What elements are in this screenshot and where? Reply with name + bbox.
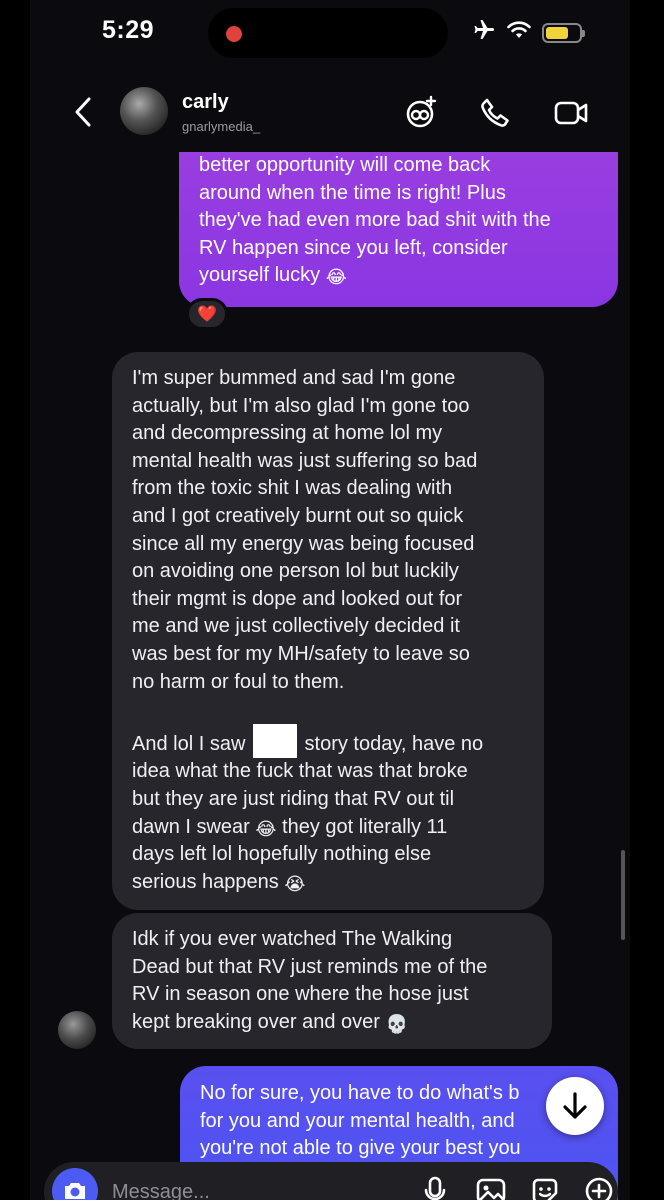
camera-button[interactable]	[52, 1168, 98, 1200]
message-line: their mgmt is dope and looked out for	[132, 587, 463, 610]
message-line: better opportunity will come back	[199, 154, 491, 176]
message-line: me and we just collectively decided it	[132, 615, 460, 638]
message-line: and decompressing at home lol my	[132, 422, 443, 445]
chat-header: carly gnarlymedia_	[30, 72, 630, 152]
message-line: story today, have no	[304, 732, 484, 755]
crying-emoji: 😭	[284, 873, 306, 894]
laughing-emoji: 😂	[255, 818, 277, 839]
chevron-left-icon	[75, 97, 91, 127]
sticker-icon	[532, 1178, 558, 1200]
arrow-down-icon	[563, 1092, 587, 1119]
message-line: days left lol hopefully nothing else	[132, 843, 432, 866]
dynamic-island	[208, 8, 448, 58]
incoming-message[interactable]: Idk if you ever watched The Walking Dead…	[112, 913, 552, 1049]
chat-screen: 5:29 carly gnarlymedia_ better opportuni…	[30, 0, 630, 1200]
message-line: from the toxic shit I was dealing with	[132, 477, 453, 500]
sticker-button[interactable]	[526, 1172, 564, 1200]
message-line: RV in season one where the hose just	[132, 983, 469, 1006]
microphone-icon	[424, 1176, 446, 1200]
message-line: they've had even more bad shit with the	[199, 209, 551, 232]
status-icons	[472, 18, 585, 47]
sparkle-effects-icon	[406, 95, 437, 128]
message-line: RV happen since you left, consider	[199, 236, 508, 259]
message-line: idea what the fuck that was that broke	[132, 760, 468, 783]
effects-button[interactable]	[402, 94, 440, 132]
message-line: dawn I swear	[132, 815, 250, 838]
redacted-name-box	[252, 723, 297, 758]
message-line: and I got creatively burnt out so quick	[132, 504, 464, 527]
message-line: And lol I saw	[132, 732, 246, 755]
message-line: but they are just riding that RV out til	[132, 787, 455, 810]
laughing-emoji: 😂	[325, 267, 347, 288]
image-icon	[476, 1178, 506, 1200]
message-line: you're not able to give your best you	[200, 1137, 521, 1160]
wifi-icon	[506, 20, 532, 45]
message-line: actually, but I'm also glad I'm gone too	[132, 394, 470, 417]
add-button[interactable]	[580, 1172, 618, 1200]
sender-avatar[interactable]	[58, 1011, 96, 1049]
phone-icon	[481, 98, 509, 127]
status-time: 5:29	[102, 16, 155, 44]
back-button[interactable]	[68, 92, 98, 132]
plus-circle-icon	[585, 1177, 613, 1200]
microphone-button[interactable]	[416, 1172, 454, 1200]
message-line: No for sure, you have to do what's b	[200, 1082, 520, 1104]
skull-emoji: 💀	[385, 1013, 408, 1034]
scrollbar[interactable]	[621, 850, 625, 940]
outgoing-message[interactable]: better opportunity will come back around…	[179, 130, 618, 307]
message-line: serious happens	[132, 870, 279, 893]
recording-indicator	[226, 26, 242, 42]
battery-icon	[542, 22, 585, 43]
video-call-button[interactable]	[552, 94, 590, 132]
message-line: no harm or foul to them.	[132, 670, 345, 693]
message-line: yourself lucky	[199, 264, 321, 287]
video-camera-icon	[554, 101, 588, 125]
heart-reaction[interactable]: ❤️	[186, 298, 228, 330]
message-line: for you and your mental health, and	[200, 1109, 515, 1132]
message-line: Dead but that RV just reminds me of the	[132, 955, 488, 978]
contact-name[interactable]: carly	[182, 91, 229, 114]
contact-handle[interactable]: gnarlymedia_	[182, 119, 260, 134]
message-line: on avoiding one person lol but luckily	[132, 560, 459, 583]
message-line: they got literally 11	[282, 815, 448, 838]
message-line: since all my energy was being focused	[132, 532, 475, 555]
voice-call-button[interactable]	[476, 94, 514, 132]
scroll-to-bottom-button[interactable]	[546, 1077, 604, 1135]
message-line: around when the time is right! Plus	[199, 181, 506, 204]
contact-avatar[interactable]	[120, 87, 168, 135]
airplane-icon	[472, 18, 496, 47]
heart-icon: ❤️	[197, 306, 217, 323]
message-line: kept breaking over and over	[132, 1010, 380, 1033]
message-input[interactable]	[112, 1176, 352, 1200]
incoming-message[interactable]: I'm super bummed and sad I'm gone actual…	[112, 352, 544, 910]
message-line: Idk if you ever watched The Walking	[132, 928, 453, 950]
gallery-button[interactable]	[472, 1172, 510, 1200]
message-line: I'm super bummed and sad I'm gone	[132, 367, 456, 389]
camera-icon	[65, 1183, 85, 1199]
message-line: mental health was just suffering so bad	[132, 449, 478, 472]
message-line: was best for my MH/safety to leave so	[132, 642, 470, 665]
message-composer	[44, 1162, 618, 1200]
